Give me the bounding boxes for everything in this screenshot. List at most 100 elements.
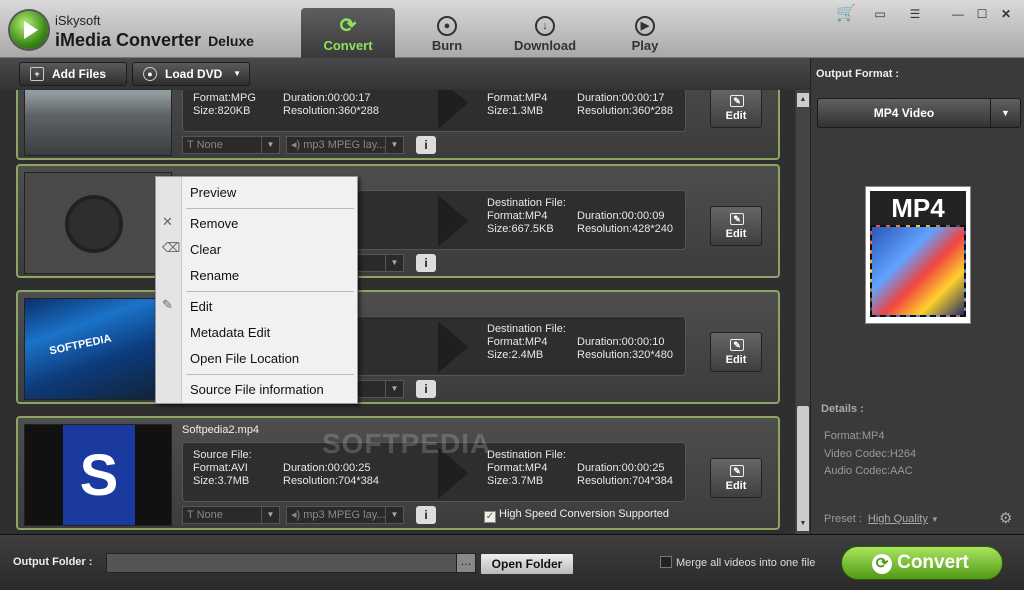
high-speed-checkbox[interactable]: ✓ High Speed Conversion Supported [484,508,669,523]
convert-button[interactable]: ⟳ Convert [841,546,1003,580]
tab-download[interactable]: ↓ Download [498,8,592,58]
output-format-select[interactable]: MP4 Video ▼ [817,98,1021,128]
edit-label: Edit [725,480,747,492]
destination-size: Size:2.4MB [487,349,544,361]
format-artwork [870,225,966,317]
pencil-icon: ✎ [730,465,744,477]
list-scrollbar[interactable]: ▲ ▼ [796,90,810,534]
load-dvd-button[interactable]: ● Load DVD ▼ [132,62,250,86]
audio-value: mp3 MPEG lay... [303,139,386,151]
open-folder-button[interactable]: Open Folder [480,553,574,575]
checkmark-icon: ✓ [484,511,496,523]
menu-item-clear[interactable]: Clear [190,242,221,257]
browse-button[interactable]: … [456,553,476,573]
cart-icon[interactable]: 🛒 [836,6,856,22]
chevron-down-icon: ▼ [385,255,403,271]
scroll-up-icon[interactable]: ▲ [797,93,809,107]
details-label: Details : [821,403,864,415]
edit-button[interactable]: ✎ Edit [710,90,762,128]
subtitle-select[interactable]: T None ▼ [182,136,280,154]
message-icon[interactable]: ▭ [870,6,890,22]
chevron-down-icon: ▼ [233,69,241,78]
output-folder-field[interactable] [106,553,476,573]
destination-resolution: Resolution:320*480 [577,349,674,361]
app-logo-icon [10,11,48,49]
menu-item-metadata-edit[interactable]: Metadata Edit [190,325,270,340]
pencil-icon: ✎ [730,95,744,107]
list-item[interactable]: SOFTPEDIA 10 480 Destination File: Forma… [16,290,780,404]
subtitle-value: None [196,509,223,521]
chevron-down-icon: ▼ [385,137,403,153]
format-image: MP4 [865,186,971,324]
context-menu: Preview ✕ Remove ⌫ Clear Rename ✎ Edit M… [155,176,358,404]
source-resolution: Resolution:704*384 [283,475,380,487]
menu-icon[interactable]: ☰ [905,6,925,22]
broom-icon: ⌫ [162,240,181,255]
scrollbar-thumb[interactable] [797,406,809,518]
subtitle-select[interactable]: T None ▼ [182,506,280,524]
destination-size: Size:667.5KB [487,223,554,235]
brand-company: iSkysoft [55,13,101,28]
destination-format: Format:MP4 [487,462,548,474]
edit-label: Edit [725,110,747,122]
checkbox-icon [660,556,672,568]
minimize-icon[interactable]: — [948,6,968,22]
gear-icon[interactable]: ⚙ [999,509,1012,527]
destination-info: Destination File: Format:MP4 Duration:00:… [487,449,673,488]
maximize-icon[interactable]: ☐ [972,6,992,22]
source-size: Size:3.7MB [193,475,250,487]
tab-convert[interactable]: ⟳ Convert [301,8,395,58]
menu-item-preview[interactable]: Preview [190,185,236,200]
destination-label: Destination File: [487,323,566,335]
chevron-down-icon: ▼ [385,507,403,523]
audio-value: mp3 MPEG lay... [303,509,386,521]
video-thumbnail: SOFTPEDIA [24,298,172,400]
play-icon: ▶ [635,16,655,36]
merge-checkbox[interactable]: Merge all videos into one file [660,556,815,569]
watermark: SOFTPEDIA [322,428,492,459]
menu-item-open-file-location[interactable]: Open File Location [190,351,299,366]
preset-select[interactable]: High Quality [868,513,928,525]
info-icon[interactable]: i [416,254,436,272]
disc-icon: ● [437,16,457,36]
convert-icon: ⟳ [872,554,892,574]
audio-select[interactable]: ◂) mp3 MPEG lay... ▼ [286,136,404,154]
pencil-icon: ✎ [730,339,744,351]
menu-item-rename[interactable]: Rename [190,268,239,283]
scroll-down-icon[interactable]: ▼ [797,517,809,531]
edit-button[interactable]: ✎ Edit [710,458,762,498]
destination-label: Destination File: [487,449,566,461]
info-icon[interactable]: i [416,380,436,398]
add-files-label: Add Files [52,67,107,81]
output-format-value: MP4 Video [873,106,935,120]
tab-burn-label: Burn [431,38,463,53]
add-files-button[interactable]: + Add Files [19,62,127,86]
source-resolution: Resolution:360*288 [283,105,380,117]
close-icon[interactable]: ✕ [996,6,1016,22]
list-item[interactable]: Format:MPG Duration:00:00:17 Size:820KB Re… [16,90,780,160]
chevron-down-icon: ▼ [385,381,403,397]
info-icon[interactable]: i [416,506,436,524]
menu-item-remove[interactable]: Remove [190,216,238,231]
destination-format: Format:MP4 [487,92,548,104]
tab-burn[interactable]: ● Burn [400,8,494,58]
destination-format: Format:MP4 [487,336,548,348]
chevron-down-icon: ▼ [990,99,1020,127]
list-item[interactable]: 09 240 Destination File: Format:MP4Durat… [16,164,780,278]
film-reel-icon [65,195,123,253]
audio-select[interactable]: ◂) mp3 MPEG lay... ▼ [286,506,404,524]
bottom-bar: Output Folder : … Open Folder Merge all … [0,534,1024,590]
destination-info: Destination File: Format:MP4 Duration:00:… [487,323,673,362]
edit-button[interactable]: ✎ Edit [710,206,762,246]
info-icon[interactable]: i [416,136,436,154]
output-format-label: Output Format : [816,68,900,80]
remove-icon: ✕ [162,214,173,229]
destination-info: Destination File: Format:MP4 Duration:00:… [487,197,673,236]
menu-item-edit[interactable]: Edit [190,299,212,314]
menu-item-source-info[interactable]: Source File information [190,382,324,397]
detail-format: Format:MP4 [824,430,885,442]
file-name: Softpedia2.mp4 [182,424,260,436]
edit-button[interactable]: ✎ Edit [710,332,762,372]
tab-play[interactable]: ▶ Play [598,8,692,58]
destination-resolution: Resolution:428*240 [577,223,674,235]
